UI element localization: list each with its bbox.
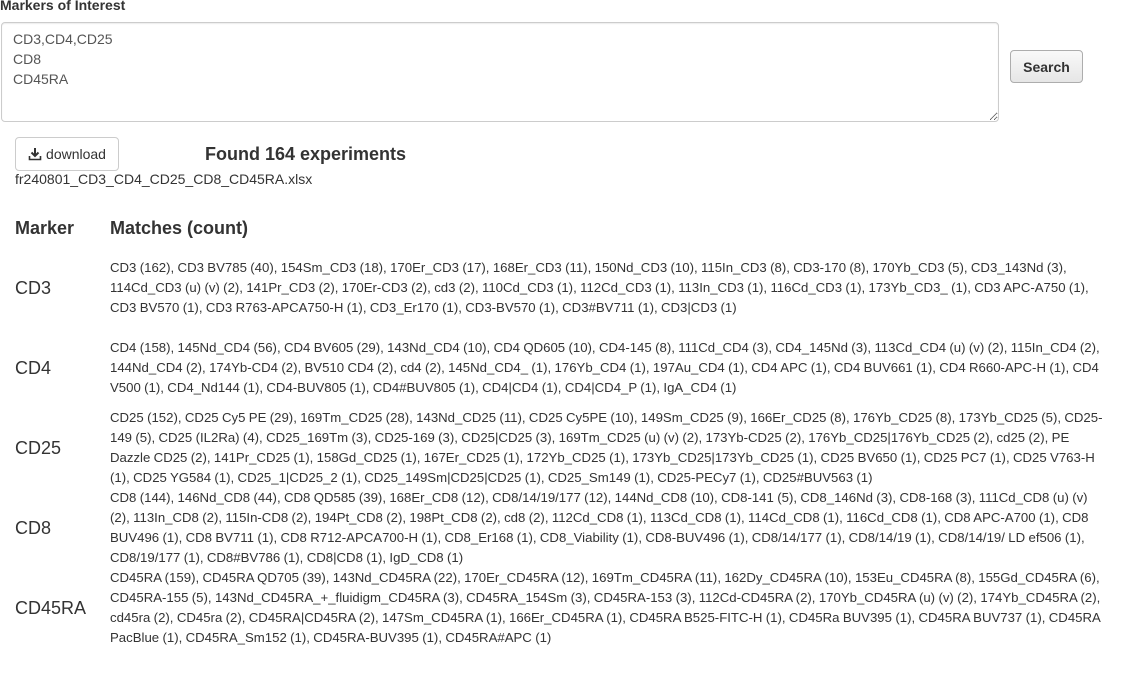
row-matches: CD25 (152), CD25 Cy5 PE (29), 169Tm_CD25… (110, 410, 1103, 485)
result-file-name: fr240801_CD3_CD4_CD25_CD8_CD45RA.xlsx (15, 171, 313, 187)
download-icon (28, 148, 42, 161)
download-label: download (46, 146, 106, 162)
search-button[interactable]: Search (1010, 50, 1083, 83)
results-count: Found 164 experiments (205, 144, 407, 164)
table-row: CD4 CD4 (158), 145Nd_CD4 (56), CD4 BV605… (15, 328, 1125, 408)
table-row: CD45RA CD45RA (159), CD45RA QD705 (39), … (15, 568, 1125, 648)
results-table: Marker Matches (count) CD3 CD3 (162), CD… (15, 218, 1125, 648)
table-row: CD8 CD8 (144), 146Nd_CD8 (44), CD8 QD585… (15, 488, 1125, 568)
row-matches: CD3 (162), CD3 BV785 (40), 154Sm_CD3 (18… (110, 260, 1089, 315)
header-marker: Marker (15, 218, 75, 238)
header-matches: Matches (count) (110, 218, 249, 238)
table-row: CD3 CD3 (162), CD3 BV785 (40), 154Sm_CD3… (15, 248, 1125, 328)
table-row: CD25 CD25 (152), CD25 Cy5 PE (29), 169Tm… (15, 408, 1125, 488)
row-marker: CD4 (15, 357, 52, 378)
results-header: Marker Matches (count) (15, 218, 1125, 240)
markers-input[interactable]: CD3,CD4,CD25 CD8 CD45RA (1, 22, 999, 122)
row-marker: CD45RA (15, 597, 87, 618)
row-marker: CD3 (15, 277, 52, 298)
markers-label: Markers of Interest (0, 0, 126, 13)
download-button[interactable]: download (15, 137, 119, 171)
row-matches: CD8 (144), 146Nd_CD8 (44), CD8 QD585 (39… (110, 490, 1089, 565)
row-matches: CD4 (158), 145Nd_CD4 (56), CD4 BV605 (29… (110, 340, 1100, 395)
row-matches: CD45RA (159), CD45RA QD705 (39), 143Nd_C… (110, 570, 1101, 645)
row-marker: CD25 (15, 437, 62, 458)
row-marker: CD8 (15, 517, 52, 538)
